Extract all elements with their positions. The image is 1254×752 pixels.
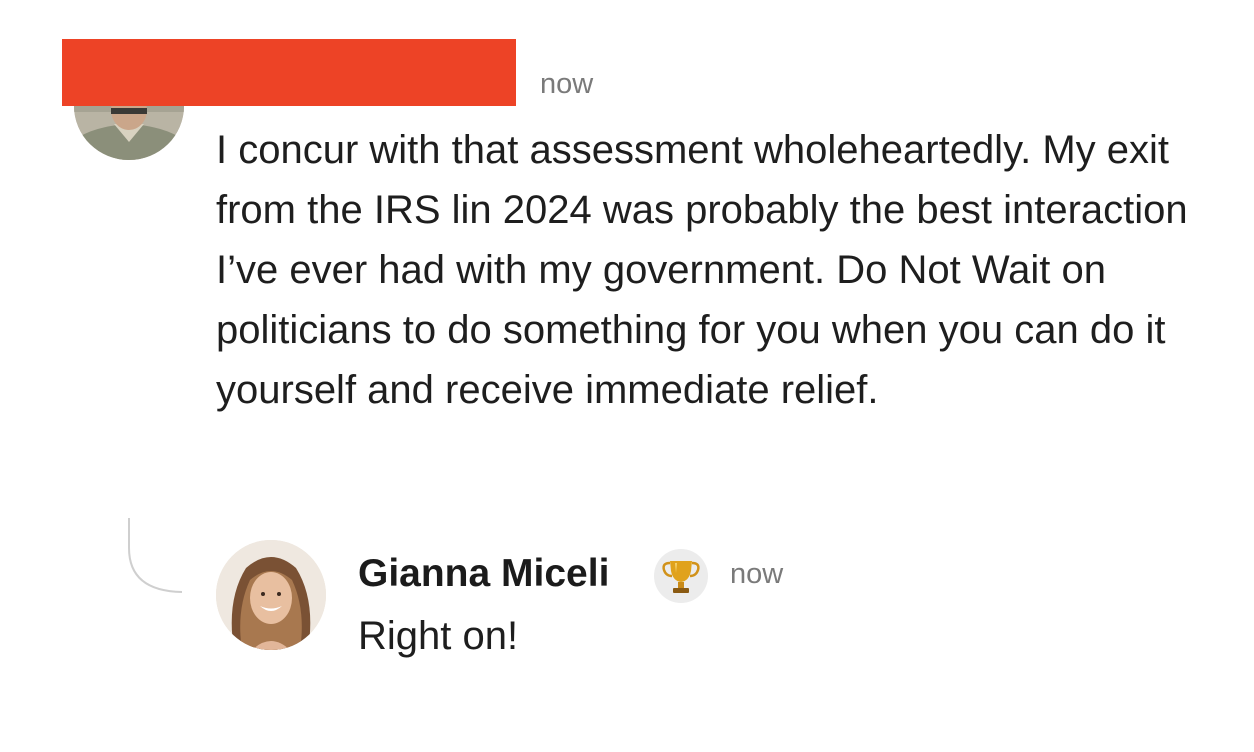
reply-text: Right on! [358,614,519,658]
user-photo-icon [216,540,326,650]
comment-timestamp: now [540,68,594,100]
comment-text: I concur with that assessment wholeheart… [216,128,1188,412]
reply-author-avatar[interactable] [216,540,326,650]
reply-timestamp: now [730,558,784,590]
reply-author-name[interactable]: Gianna Miceli [358,552,609,596]
thread-connector-line [128,518,183,593]
redacted-username [62,39,516,106]
trophy-icon [654,549,708,603]
